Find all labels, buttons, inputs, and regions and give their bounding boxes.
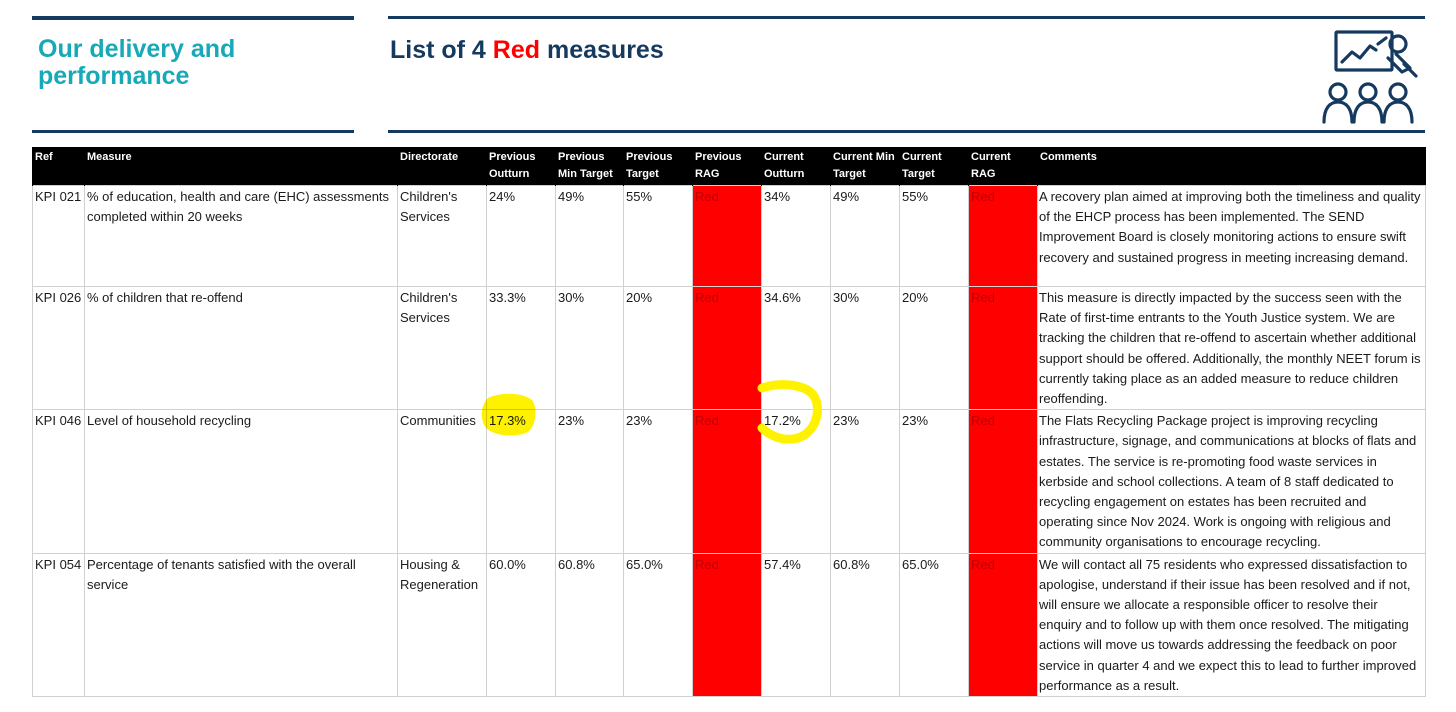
col-header-prev-outturn: Previous Outturn [486,147,556,186]
cell-prev-target: 55% [623,185,693,287]
cell-prev-outturn: 24% [486,185,556,287]
cell-measure: % of children that re-offend [84,285,398,411]
col-header-prev-rag: Previous RAG [692,147,762,186]
col-header-curr-rag: Current RAG [968,147,1038,186]
cell-prev-rag: Red [692,285,762,411]
cell-curr-target: 23% [899,409,969,554]
header-rule-left-top [32,16,354,20]
cell-curr-min-target: 49% [830,185,900,287]
col-header-curr-target: Current Target [899,147,969,186]
cell-directorate: Housing & Regeneration [397,552,487,698]
cell-prev-min-target: 30% [555,285,624,411]
col-header-comments: Comments [1037,147,1426,186]
col-header-ref: Ref [32,147,85,186]
cell-prev-target: 23% [623,409,693,554]
col-header-prev-min-target: Previous Min Target [555,147,624,186]
cell-prev-target: 20% [623,285,693,411]
cell-prev-outturn: 60.0% [486,552,556,698]
cell-curr-target: 55% [899,185,969,287]
table-row: KPI 021 % of education, health and care … [32,185,1426,287]
cell-comments: The Flats Recycling Package project is i… [1037,409,1426,554]
cell-prev-rag: Red [692,185,762,287]
cell-measure: Percentage of tenants satisfied with the… [84,552,398,698]
cell-curr-outturn: 34% [761,185,831,287]
cell-ref: KPI 026 [32,285,85,411]
cell-curr-rag: Red [968,552,1038,698]
cell-prev-min-target: 60.8% [555,552,624,698]
page-title-suffix: measures [540,36,664,64]
cell-comments: This measure is directly impacted by the… [1037,285,1426,411]
cell-comments: A recovery plan aimed at improving both … [1037,185,1426,287]
cell-curr-outturn: 34.6% [761,285,831,411]
header-rule-right-bottom [388,130,1425,133]
cell-curr-min-target: 23% [830,409,900,554]
page-title: List of 4 Red measures [390,36,664,65]
header-rule-left-bottom [32,130,354,133]
cell-curr-rag: Red [968,285,1038,411]
cell-curr-min-target: 60.8% [830,552,900,698]
cell-curr-rag: Red [968,185,1038,287]
cell-prev-target: 65.0% [623,552,693,698]
presentation-audience-icon [1322,30,1418,124]
col-header-prev-target: Previous Target [623,147,693,186]
table-header-row: Ref Measure Directorate Previous Outturn… [32,147,1426,186]
table-row: KPI 026 % of children that re-offend Chi… [32,285,1426,411]
cell-curr-rag: Red [968,409,1038,554]
cell-curr-min-target: 30% [830,285,900,411]
cell-prev-rag: Red [692,409,762,554]
section-title: Our delivery and performance [38,35,236,90]
cell-ref: KPI 046 [32,409,85,554]
col-header-measure: Measure [84,147,398,186]
col-header-curr-outturn: Current Outturn [761,147,831,186]
cell-prev-outturn: 17.3% [486,409,556,554]
cell-directorate: Children's Services [397,185,487,287]
cell-curr-outturn: 17.2% [761,409,831,554]
cell-directorate: Communities [397,409,487,554]
red-measures-table: Ref Measure Directorate Previous Outturn… [32,147,1426,698]
cell-curr-outturn: 57.4% [761,552,831,698]
cell-measure: % of education, health and care (EHC) as… [84,185,398,287]
col-header-directorate: Directorate [397,147,487,186]
cell-directorate: Children's Services [397,285,487,411]
cell-prev-outturn: 33.3% [486,285,556,411]
cell-measure: Level of household recycling [84,409,398,554]
cell-prev-min-target: 23% [555,409,624,554]
cell-comments: We will contact all 75 residents who exp… [1037,552,1426,698]
page-title-prefix: List of 4 [390,36,493,64]
cell-prev-min-target: 49% [555,185,624,287]
cell-ref: KPI 021 [32,185,85,287]
table-row: KPI 046 Level of household recycling Com… [32,409,1426,554]
cell-curr-target: 20% [899,285,969,411]
cell-prev-rag: Red [692,552,762,698]
cell-ref: KPI 054 [32,552,85,698]
header-rule-right-top [388,16,1425,19]
table-row: KPI 054 Percentage of tenants satisfied … [32,552,1426,698]
page-title-highlight: Red [492,36,541,64]
cell-curr-target: 65.0% [899,552,969,698]
col-header-curr-min-target: Current Min Target [830,147,900,186]
